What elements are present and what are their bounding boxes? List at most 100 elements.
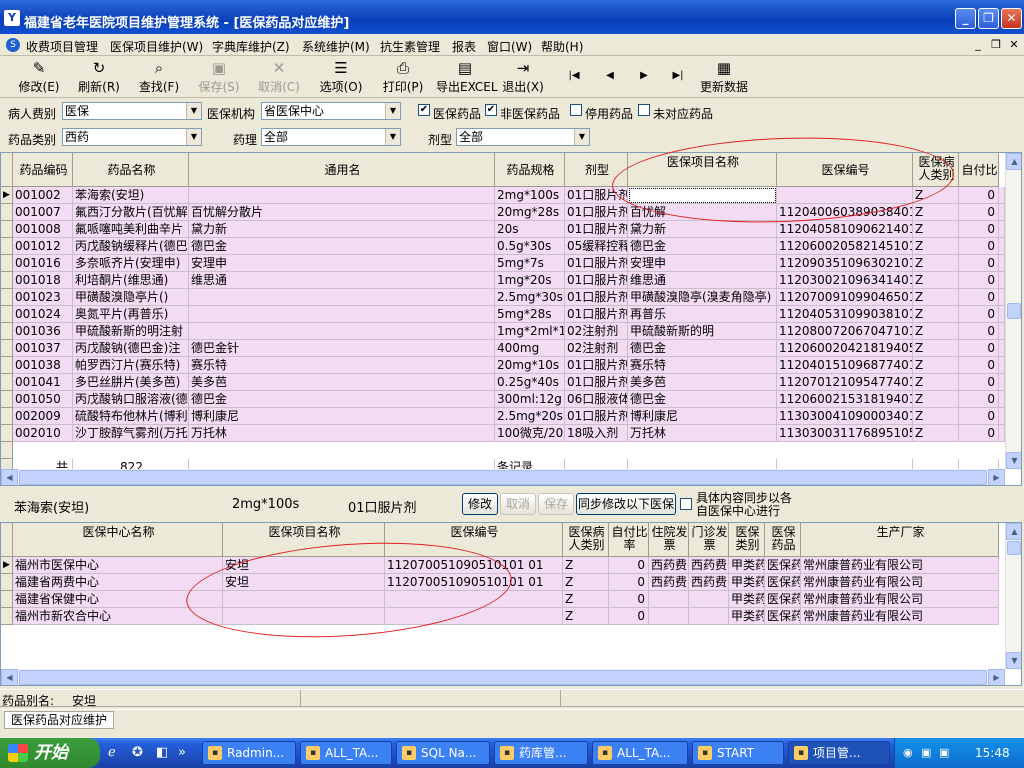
table-cell[interactable]: 5mg*7s xyxy=(495,255,565,272)
table-cell[interactable]: 德巴金 xyxy=(189,391,495,408)
row-indicator[interactable] xyxy=(1,391,13,408)
table-cell[interactable]: 帕罗西汀片(赛乐特) xyxy=(73,357,189,374)
table-row[interactable]: 001036甲硫酸新斯的明注射 1mg*2ml*1002注射剂甲硫酸新斯的明112… xyxy=(1,323,1005,340)
table-cell[interactable]: 丙戊酸钠(德巴金)注 xyxy=(73,340,189,357)
table-cell[interactable]: 赛乐特 xyxy=(189,357,495,374)
detail-save-button[interactable]: 保存 xyxy=(538,493,574,515)
scroll-down-icon[interactable]: ▼ xyxy=(1006,652,1021,669)
table-cell[interactable]: 美多芭 xyxy=(628,374,777,391)
table-cell[interactable]: 0 xyxy=(959,255,999,272)
row-indicator[interactable] xyxy=(1,221,13,238)
row-indicator[interactable] xyxy=(1,591,13,608)
row-indicator[interactable] xyxy=(1,272,13,289)
column-header[interactable]: 门诊发票 xyxy=(689,523,729,557)
unmatched-drug-checkbox[interactable] xyxy=(638,104,650,116)
table-cell[interactable]: 西药费 xyxy=(689,557,729,574)
table-cell[interactable]: 01口服片剂 xyxy=(565,272,628,289)
quicklaunch-icon[interactable]: » xyxy=(178,745,186,760)
table-cell[interactable]: 0 xyxy=(959,323,999,340)
row-indicator[interactable] xyxy=(1,408,13,425)
menu-fee-items[interactable]: 收费项目管理 xyxy=(26,38,98,55)
table-row[interactable]: 001023 甲磺酸溴隐亭片() 2.5mg*30s 01口服片剂 甲磺酸溴隐亭(溴麦角… xyxy=(1,289,1005,306)
table-cell[interactable]: 002009 xyxy=(13,408,73,425)
column-header[interactable]: 医保类别 xyxy=(729,523,765,557)
scroll-up-icon[interactable]: ▲ xyxy=(1006,153,1021,170)
sync-edit-button[interactable]: 同步修改以下医保 xyxy=(576,493,676,515)
table-cell[interactable]: 0.25g*40s xyxy=(495,374,565,391)
table-cell[interactable] xyxy=(189,323,495,340)
table-row[interactable]: 001024 奥氮平片(再普乐) 5mg*28s 01口服片剂 再普乐 112040531… xyxy=(1,306,1005,323)
table-cell[interactable]: 20mg*10s xyxy=(495,357,565,374)
find-button[interactable]: ⌕ 查找(F) xyxy=(136,58,182,96)
table-cell[interactable]: 氟哌噻吨美利曲辛片 xyxy=(73,221,189,238)
table-row[interactable]: 福州市新农合中心 Z 0 甲类药 医保药 常州康普药业有限公司 xyxy=(1,608,1005,625)
table-cell[interactable]: 医保药 xyxy=(765,574,801,591)
table-cell[interactable]: 多奈哌齐片(安理申) xyxy=(73,255,189,272)
table-row[interactable]: 002010 沙丁胺醇气雾剂(万托 万托林 100微克/200 18吸入剂 万托林 1130… xyxy=(1,425,1005,442)
table-cell[interactable]: 德巴金 xyxy=(628,391,777,408)
table-cell[interactable]: 0 xyxy=(959,221,999,238)
table-cell[interactable]: 01口服片剂 xyxy=(565,306,628,323)
row-indicator[interactable] xyxy=(1,255,13,272)
scroll-thumb[interactable] xyxy=(19,670,987,685)
table-cell[interactable]: 113030041090003401 01 xyxy=(777,408,913,425)
table-cell[interactable] xyxy=(189,289,495,306)
table-cell[interactable]: 1mg*2ml*10 xyxy=(495,323,565,340)
column-header[interactable]: 通用名 xyxy=(189,153,495,187)
column-header[interactable]: 自付比率 xyxy=(959,153,999,187)
row-indicator[interactable] xyxy=(1,289,13,306)
update-data-button[interactable]: ▦ 更新数据 xyxy=(696,58,752,96)
table-cell[interactable]: 001038 xyxy=(13,357,73,374)
table-cell[interactable]: 02注射剂 xyxy=(565,323,628,340)
table-cell[interactable]: 多巴丝肼片(美多芭) xyxy=(73,374,189,391)
table-cell[interactable]: 112060020582145101 01 xyxy=(777,238,913,255)
table-cell[interactable]: 0 xyxy=(609,557,649,574)
table-cell[interactable]: 0 xyxy=(959,238,999,255)
table-cell[interactable]: 001023 xyxy=(13,289,73,306)
last-record-button[interactable]: ▶| xyxy=(666,58,690,96)
table-cell[interactable]: Z xyxy=(913,238,959,255)
table-cell[interactable]: 再普乐 xyxy=(628,306,777,323)
table-cell[interactable]: 丙戊酸钠缓释片(德巴 xyxy=(73,238,189,255)
cancel-button[interactable]: ✕ 取消(C) xyxy=(256,58,302,96)
table-cell[interactable]: 112030021096341401 01 xyxy=(777,272,913,289)
row-indicator[interactable]: ▶ xyxy=(1,187,13,204)
ie-icon[interactable]: ℯ xyxy=(108,745,116,760)
table-cell[interactable]: Z xyxy=(913,221,959,238)
table-cell[interactable]: 01口服片剂 xyxy=(565,221,628,238)
table-cell[interactable]: 0 xyxy=(959,425,999,442)
taskbar-item[interactable]: ▪ 药库管... xyxy=(494,741,588,765)
table-cell[interactable]: 安理申 xyxy=(628,255,777,272)
row-indicator[interactable] xyxy=(1,425,13,442)
horizontal-scrollbar[interactable]: ◀ ▶ xyxy=(1,469,1005,485)
tray-icon[interactable]: ◉ xyxy=(903,746,913,759)
export-excel-button[interactable]: ▤ 导出EXCEL xyxy=(436,58,498,96)
table-cell[interactable]: 112040531099038101 01 xyxy=(777,306,913,323)
scroll-right-icon[interactable]: ▶ xyxy=(988,669,1005,685)
table-cell[interactable]: 硫酸特布他林片(博利 xyxy=(73,408,189,425)
table-cell[interactable]: 安理申 xyxy=(189,255,495,272)
table-cell[interactable]: 400mg xyxy=(495,340,565,357)
table-cell[interactable]: Z xyxy=(563,574,609,591)
table-cell[interactable]: 德巴金针 xyxy=(189,340,495,357)
table-cell[interactable]: Z xyxy=(913,306,959,323)
refresh-button[interactable]: ↻ 刷新(R) xyxy=(76,58,122,96)
vertical-scrollbar[interactable]: ▲ ▼ xyxy=(1005,153,1021,469)
table-cell[interactable]: 01口服片剂 xyxy=(565,408,628,425)
table-cell[interactable]: 001036 xyxy=(13,323,73,340)
table-cell[interactable]: 2.5mg*20s xyxy=(495,408,565,425)
table-cell[interactable]: Z xyxy=(913,323,959,340)
edit-button[interactable]: ✎ 修改(E) xyxy=(16,58,62,96)
non-insured-drug-checkbox[interactable]: ✔ xyxy=(485,104,497,116)
row-indicator[interactable] xyxy=(1,374,13,391)
detail-edit-button[interactable]: 修改 xyxy=(462,493,498,515)
disabled-drug-checkbox[interactable] xyxy=(570,104,582,116)
table-cell[interactable]: Z xyxy=(913,340,959,357)
taskbar-item[interactable]: ▪ 项目管... xyxy=(788,741,890,765)
table-cell[interactable]: Z xyxy=(913,425,959,442)
table-cell[interactable]: 维思通 xyxy=(189,272,495,289)
table-cell[interactable]: 01口服片剂 xyxy=(565,289,628,306)
table-row[interactable]: 002009 硫酸特布他林片(博利 博利康尼 2.5mg*20s 01口服片剂 博利康尼 1… xyxy=(1,408,1005,425)
table-cell[interactable]: 0 xyxy=(609,608,649,625)
column-header[interactable]: 医保中心名称 xyxy=(13,523,223,557)
